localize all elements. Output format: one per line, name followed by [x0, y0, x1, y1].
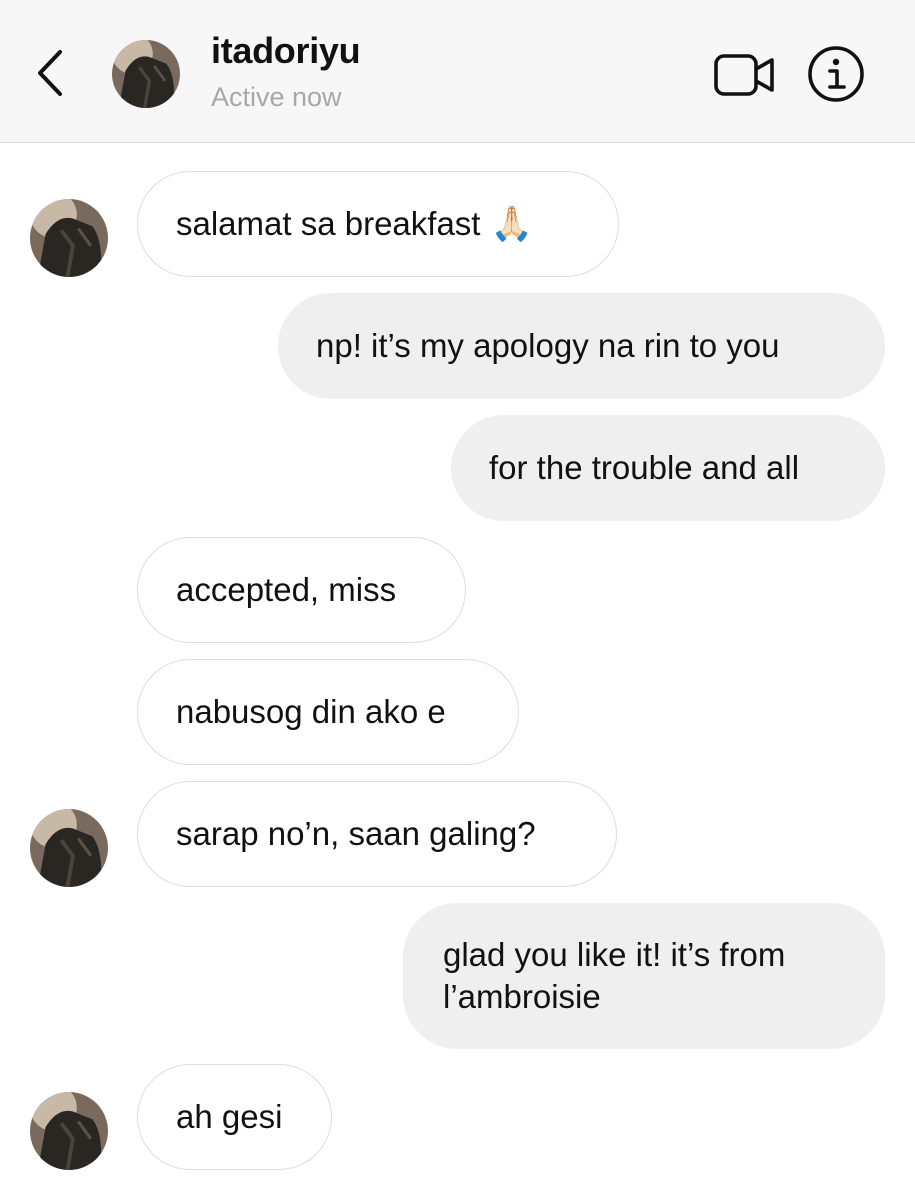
received-message[interactable]: accepted, miss — [137, 537, 466, 643]
profile-photo — [30, 1092, 108, 1170]
chat-header: itadoriyu Active now — [0, 0, 915, 143]
received-message[interactable]: salamat sa breakfast 🙏🏻 — [137, 171, 619, 277]
profile-photo — [112, 40, 180, 108]
praying-hands-emoji: 🙏🏻 — [490, 204, 533, 244]
message-text: np! it’s my apology na rin to you — [316, 327, 780, 364]
message-text: accepted, miss — [176, 571, 397, 608]
info-button[interactable] — [806, 44, 866, 104]
message-text: ah gesi — [176, 1098, 283, 1135]
video-camera-icon — [714, 54, 774, 96]
profile-photo — [30, 199, 108, 277]
back-button[interactable] — [28, 44, 74, 102]
sender-avatar[interactable] — [30, 1092, 108, 1170]
message-text: glad you like it! it’s from l’ambroisie — [443, 936, 786, 1015]
received-message[interactable]: ah gesi — [137, 1064, 332, 1170]
avatar[interactable] — [112, 40, 180, 108]
sender-avatar[interactable] — [30, 199, 108, 277]
chat-screen: itadoriyu Active now salamat sa breakfas… — [0, 0, 915, 1200]
sender-avatar[interactable] — [30, 809, 108, 887]
received-message[interactable]: sarap no’n, saan galing? — [137, 781, 617, 887]
received-message[interactable]: nabusog din ako e — [137, 659, 519, 765]
message-text: sarap no’n, saan galing? — [176, 815, 536, 852]
profile-photo — [30, 809, 108, 887]
chat-username[interactable]: itadoriyu — [211, 30, 361, 72]
active-status: Active now — [211, 82, 342, 112]
message-text: nabusog din ako e — [176, 693, 446, 730]
info-icon — [808, 46, 864, 102]
video-call-button[interactable] — [712, 52, 778, 98]
message-text: salamat sa breakfast — [176, 205, 481, 242]
sent-message[interactable]: for the trouble and all — [451, 415, 885, 521]
sent-message[interactable]: np! it’s my apology na rin to you — [278, 293, 885, 399]
sent-message[interactable]: glad you like it! it’s from l’ambroisie — [403, 903, 885, 1049]
chevron-left-icon — [38, 50, 62, 96]
message-text: for the trouble and all — [489, 449, 800, 486]
